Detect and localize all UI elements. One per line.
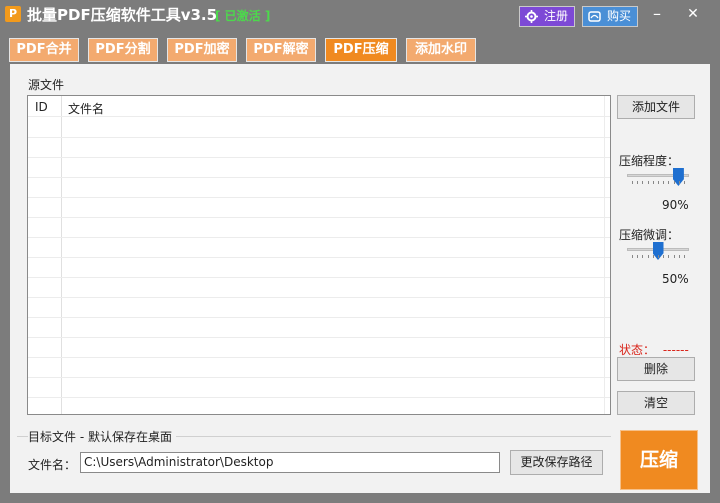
app-logo-icon: P [5, 6, 21, 22]
slider-tick [663, 255, 665, 258]
tab-pdf-compress[interactable]: PDF压缩 [325, 38, 397, 62]
slider-tick [673, 181, 675, 184]
column-header-id: ID [35, 100, 48, 114]
slider-tick [678, 181, 680, 184]
tab-bar: PDF合并 PDF分割 PDF加密 PDF解密 PDF压缩 添加水印 [0, 34, 720, 64]
slider-tick [684, 255, 685, 258]
slider-tick [663, 181, 665, 184]
clear-button[interactable]: 清空 [617, 391, 695, 415]
app-title: 批量PDF压缩软件工具v3.5 [27, 6, 218, 24]
tab-pdf-merge[interactable]: PDF合并 [9, 38, 79, 62]
slider-tick [647, 255, 649, 258]
slider-tick [647, 181, 649, 184]
table-row [28, 257, 610, 258]
cart-icon [588, 11, 601, 22]
slider-tick [652, 255, 654, 258]
register-button[interactable]: 注册 [519, 6, 575, 27]
delete-button[interactable]: 删除 [617, 357, 695, 381]
list-header: ID 文件名 [28, 96, 610, 116]
tab-pdf-split[interactable]: PDF分割 [88, 38, 158, 62]
close-button[interactable]: ✕ [683, 4, 703, 24]
slider-tick [642, 255, 644, 258]
fine-tune-value: 50% [662, 272, 689, 286]
slider-tick [673, 255, 675, 258]
compression-level-label: 压缩程度： [619, 154, 680, 168]
tab-add-watermark[interactable]: 添加水印 [406, 38, 476, 62]
table-row [28, 317, 610, 318]
status-text: 状态： ------ [619, 341, 689, 358]
change-save-path-button[interactable]: 更改保存路径 [510, 450, 603, 475]
target-files-label: 目标文件 - 默认保存在桌面 [28, 428, 176, 445]
status-value: ------ [662, 343, 689, 357]
id-column-divider [28, 96, 62, 414]
slider-tick [652, 181, 654, 184]
table-row [28, 177, 610, 178]
file-list[interactable]: ID 文件名 [27, 95, 611, 415]
main-panel: 源文件 ID 文件名 添加文件 压缩程度： 90% 压缩微调： 50% 状态： … [10, 64, 710, 493]
table-row [28, 217, 610, 218]
slider-tick [632, 255, 633, 258]
table-row [28, 137, 610, 138]
activation-status: [ 已激活 ] [215, 9, 271, 23]
slider-tick [668, 181, 670, 184]
tab-pdf-decrypt[interactable]: PDF解密 [246, 38, 316, 62]
gear-icon [525, 10, 538, 23]
compress-button[interactable]: 压缩 [620, 430, 698, 490]
table-row [28, 197, 610, 198]
table-row [28, 237, 610, 238]
tab-pdf-encrypt[interactable]: PDF加密 [167, 38, 237, 62]
register-button-label: 注册 [544, 9, 569, 23]
table-row [28, 297, 610, 298]
title-bar: P 批量PDF压缩软件工具v3.5 [ 已激活 ] 注册 购买 – ✕ [0, 0, 720, 34]
column-header-filename: 文件名 [68, 102, 105, 116]
slider-tick [658, 255, 659, 258]
scrollbar-divider [604, 96, 605, 414]
slider-tick [684, 181, 685, 184]
slider-tick [632, 181, 633, 184]
table-row [28, 337, 610, 338]
minimize-button[interactable]: – [647, 4, 667, 24]
slider-tick [668, 255, 670, 258]
save-path-input[interactable]: C:\Users\Administrator\Desktop [80, 452, 500, 473]
buy-button[interactable]: 购买 [582, 6, 638, 27]
status-label: 状态： [619, 343, 656, 357]
slider-tick [658, 181, 659, 184]
filename-label: 文件名： [28, 458, 77, 472]
buy-button-label: 购买 [607, 9, 632, 23]
slider-tick [642, 181, 644, 184]
source-files-label: 源文件 [28, 78, 65, 92]
slider-tick [637, 255, 639, 258]
table-row [28, 116, 610, 117]
table-row [28, 157, 610, 158]
slider-tick [637, 181, 639, 184]
app-window: P 批量PDF压缩软件工具v3.5 [ 已激活 ] 注册 购买 – ✕ PDF合… [0, 0, 720, 503]
slider-tick [678, 255, 680, 258]
table-row [28, 397, 610, 398]
table-row [28, 277, 610, 278]
table-row [28, 377, 610, 378]
add-file-button[interactable]: 添加文件 [617, 95, 695, 119]
table-row [28, 357, 610, 358]
fine-tune-label: 压缩微调： [619, 228, 680, 242]
compression-level-value: 90% [662, 198, 689, 212]
